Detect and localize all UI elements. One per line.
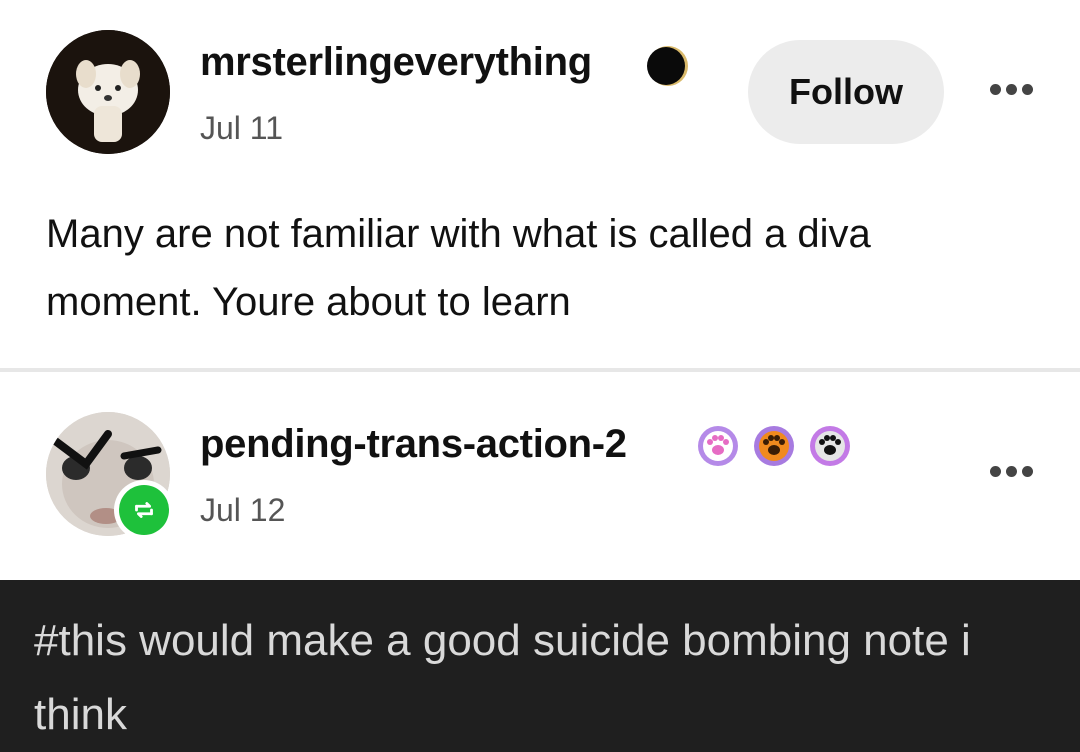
post-divider [0, 368, 1080, 372]
original-post: mrsterlingeverything Jul 11 Follow Many … [0, 0, 1080, 368]
author-avatar[interactable] [46, 30, 170, 154]
post-body: Many are not familiar with what is calle… [46, 212, 871, 324]
follow-button[interactable]: Follow [748, 40, 944, 144]
more-options-icon[interactable] [990, 466, 1033, 477]
tags-section: #this would make a good suicide bombing … [0, 580, 1080, 752]
post-date[interactable]: Jul 11 [200, 110, 283, 147]
more-options-icon[interactable] [990, 84, 1033, 95]
paw-orange-icon [752, 424, 796, 468]
reblog-icon [114, 480, 174, 540]
author-username[interactable]: mrsterlingeverything [200, 40, 592, 85]
eclipse-moon-icon [646, 44, 690, 88]
reblog-tags[interactable]: #this would make a good suicide bombing … [34, 604, 1064, 752]
puppy-avatar-image [46, 30, 170, 154]
reblog-date[interactable]: Jul 12 [200, 492, 285, 529]
reblogger-username[interactable]: pending-trans-action-2 [200, 422, 627, 467]
paw-pink-icon [696, 424, 740, 468]
paw-black-icon [808, 424, 852, 468]
